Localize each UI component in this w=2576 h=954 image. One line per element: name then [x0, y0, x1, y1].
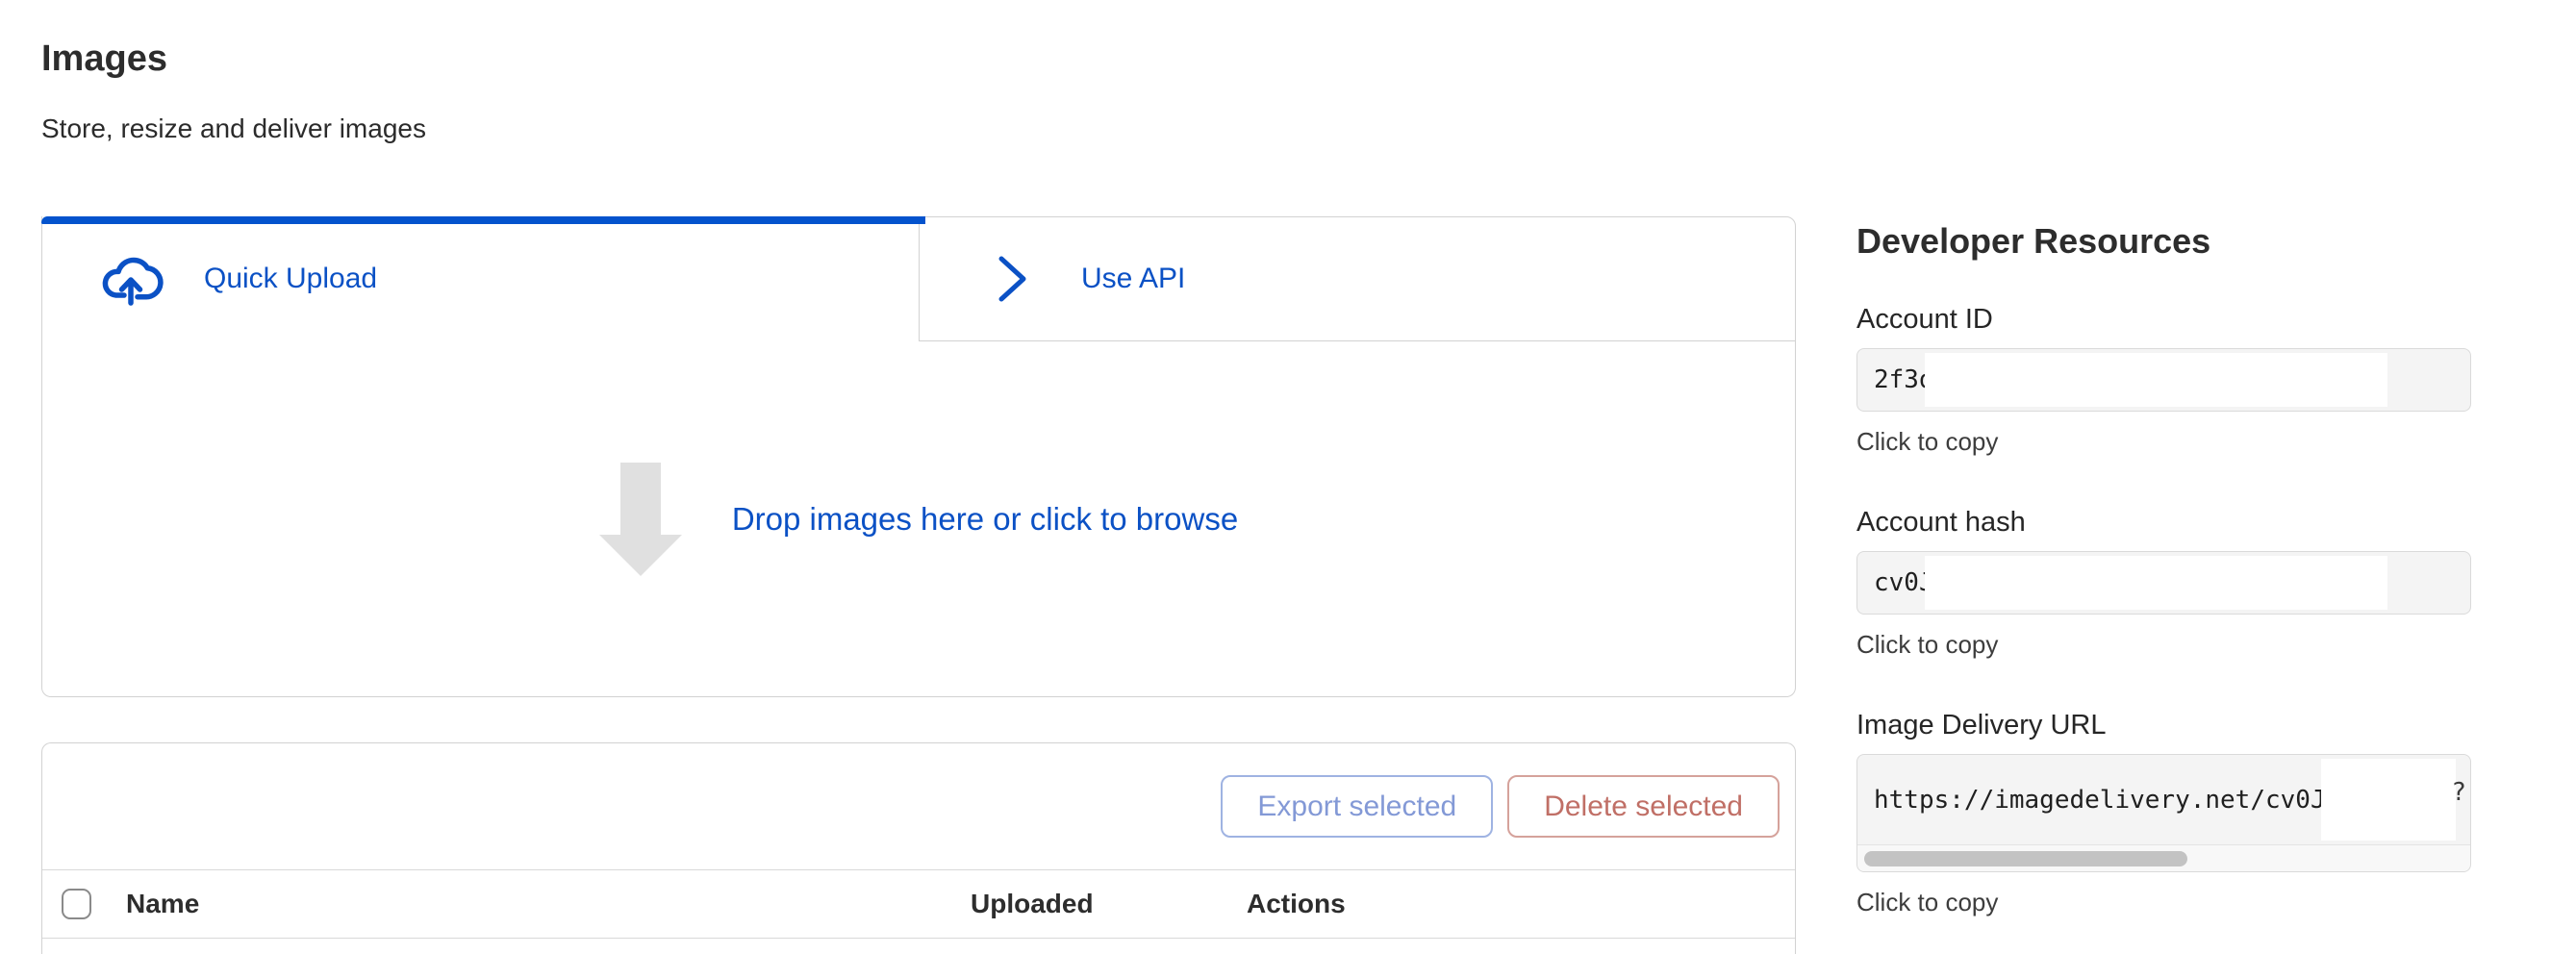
drop-arrow-icon: [599, 463, 682, 576]
image-delivery-url-line: https://imagedelivery.net/cv0JSj ?: [1857, 755, 2470, 844]
column-header-uploaded: Uploaded: [971, 889, 1094, 919]
tab-bar: Quick Upload Use API: [41, 216, 1796, 341]
account-id-value: 2f3d: [1857, 365, 1934, 394]
sidebar-title: Developer Resources: [1856, 221, 2471, 262]
tab-use-api-label: Use API: [1081, 263, 1185, 295]
account-id-copy-hint: Click to copy: [1856, 427, 2471, 457]
redaction-overlay: [2321, 759, 2456, 841]
image-drop-zone[interactable]: Drop images here or click to browse: [41, 341, 1796, 697]
account-hash-value: cv0J: [1857, 568, 1934, 597]
export-selected-button[interactable]: Export selected: [1221, 775, 1493, 838]
image-delivery-url-label: Image Delivery URL: [1856, 710, 2471, 741]
image-delivery-url-value: https://imagedelivery.net/cv0JSj: [1857, 786, 2356, 815]
tab-use-api[interactable]: Use API: [919, 216, 1796, 341]
column-header-name: Name: [126, 889, 199, 919]
images-page: Images Store, resize and deliver images …: [0, 0, 2576, 954]
column-header-actions: Actions: [1247, 889, 1346, 919]
account-hash-copy-hint: Click to copy: [1856, 630, 2471, 660]
account-hash-label: Account hash: [1856, 507, 2471, 539]
select-all-checkbox[interactable]: [62, 889, 91, 919]
page-subtitle: Store, resize and deliver images: [41, 113, 426, 144]
image-delivery-url-copy-hint: Click to copy: [1856, 888, 2471, 917]
account-id-label: Account ID: [1856, 304, 2471, 336]
image-list-panel: Export selected Delete selected Name Upl…: [41, 742, 1796, 954]
developer-resources-section: Developer Resources Account ID 2f3d Clic…: [1856, 221, 2471, 917]
table-header-row: Name Uploaded Actions: [42, 870, 1795, 939]
page-title: Images: [41, 38, 167, 80]
cloud-upload-icon: [98, 251, 164, 307]
tab-quick-upload[interactable]: Quick Upload: [41, 216, 919, 341]
list-toolbar: Export selected Delete selected: [42, 743, 1795, 870]
horizontal-scrollbar-track: [1857, 844, 2470, 872]
horizontal-scrollbar-thumb[interactable]: [1864, 851, 2187, 866]
account-hash-value-box[interactable]: cv0J: [1856, 551, 2471, 615]
drop-zone-label: Drop images here or click to browse: [732, 501, 1238, 538]
upload-panel: Quick Upload Use API Drop images here or…: [41, 216, 1796, 697]
redacted-tail-fragment: ?: [2451, 778, 2466, 807]
active-tab-accent-bar: [41, 216, 925, 224]
redaction-overlay: [1925, 353, 2387, 407]
redaction-overlay: [1925, 556, 2387, 610]
account-id-value-box[interactable]: 2f3d: [1856, 348, 2471, 412]
delete-selected-button[interactable]: Delete selected: [1507, 775, 1780, 838]
tab-quick-upload-label: Quick Upload: [204, 263, 377, 295]
chevron-right-icon: [997, 255, 1029, 303]
image-delivery-url-box[interactable]: https://imagedelivery.net/cv0JSj ?: [1856, 754, 2471, 872]
